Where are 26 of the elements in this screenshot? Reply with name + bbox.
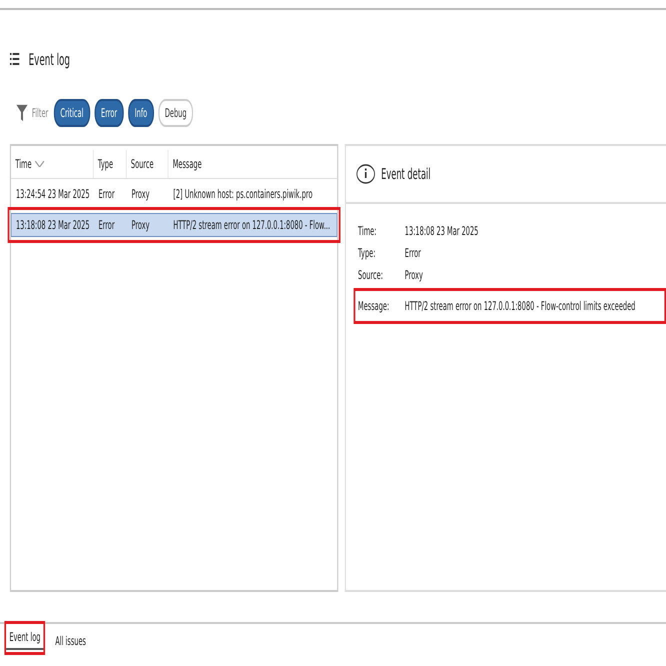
filter-chip[interactable]: Info (128, 99, 154, 127)
field-value: Error (404, 246, 421, 260)
filter-icon (16, 104, 28, 122)
bottom-tab[interactable]: All issues (52, 630, 90, 652)
field-value: 13:18:08 23 Mar 2025 (404, 224, 478, 238)
table-row[interactable]: 13:24:54 23 Mar 2025 Error Proxy [2] Unknown host: ps.containers.piwik.pro (11, 182, 338, 206)
field-label: Time: (358, 224, 378, 238)
field-value: Proxy (404, 268, 423, 282)
filter-chip[interactable]: Critical (54, 99, 90, 127)
table-row[interactable]: 13:18:08 23 Mar 2025 Error Proxy HTTP/2 stream error on 127.0.0.1:8080 - Flow... (11, 213, 338, 237)
field-label: Message: (358, 299, 390, 313)
field-label: Source: (358, 268, 384, 282)
field-value: HTTP/2 stream error on 127.0.0.1:8080 - Flow-control limits exceeded (404, 299, 636, 313)
filter-label: Filter (32, 106, 48, 120)
field-label: Type: (358, 246, 376, 260)
column-header[interactable]: Type (94, 150, 126, 178)
column-header[interactable]: Source (126, 150, 168, 178)
column-header[interactable]: Time (11, 150, 94, 178)
info-icon (356, 164, 376, 184)
list-icon (10, 53, 22, 65)
column-header[interactable]: Message (168, 150, 338, 178)
bottom-tab[interactable]: Event log (6, 626, 44, 650)
panel-title: Event log (28, 50, 70, 68)
filter-chip[interactable]: Debug (158, 99, 194, 127)
detail-title: Event detail (381, 165, 431, 183)
filter-chip[interactable]: Error (94, 99, 124, 127)
